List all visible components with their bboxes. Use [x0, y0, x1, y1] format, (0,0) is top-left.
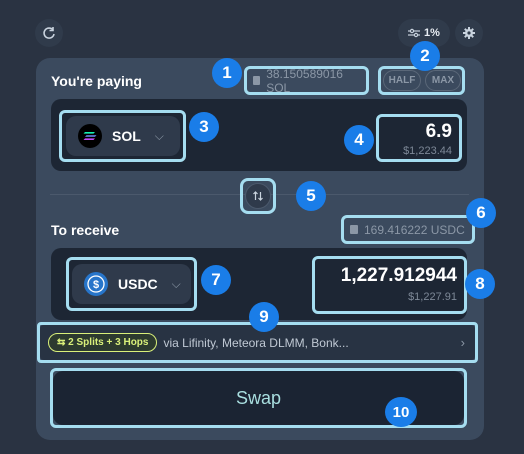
switch-tokens-button[interactable]: [245, 183, 271, 209]
receive-label: To receive: [51, 222, 120, 238]
paying-amount-input[interactable]: 6.9 $1,223.44: [376, 114, 462, 162]
paying-label: You're paying: [51, 73, 142, 89]
usdc-icon: $: [84, 272, 108, 296]
svg-text:$: $: [93, 279, 99, 291]
route-split-icon: ⇆: [57, 337, 66, 348]
slippage-value: 1%: [424, 27, 440, 39]
sliders-icon: [408, 28, 421, 38]
gear-icon: [463, 27, 475, 39]
max-button[interactable]: MAX: [425, 70, 461, 91]
refresh-icon: [43, 27, 55, 39]
receive-token-name: USDC: [118, 276, 158, 292]
chevron-right-icon: ›: [460, 335, 465, 350]
swap-arrows-icon: [253, 191, 263, 201]
marker-6: 6: [466, 198, 496, 228]
marker-4: 4: [344, 125, 374, 155]
chevron-down-icon: ⌵: [154, 128, 164, 143]
paying-amount-value: 6.9: [425, 121, 452, 142]
wallet-icon: [253, 76, 261, 85]
receive-balance-value: 169.416222 USDC: [364, 222, 465, 237]
chevron-down-icon: ⌵: [171, 276, 181, 291]
solana-icon: [78, 124, 102, 148]
paying-balance-value: 38.150589016 SOL: [266, 66, 343, 95]
paying-usd-value: $1,223.44: [403, 145, 452, 157]
marker-3: 3: [189, 112, 219, 142]
route-via-text: via Lifinity, Meteora DLMM, Bonk...: [163, 335, 349, 350]
marker-2: 2: [410, 41, 440, 71]
receive-amount-output: 1,227.912944 $1,227.91: [312, 256, 467, 314]
marker-7: 7: [201, 265, 231, 295]
paying-token-name: SOL: [112, 128, 141, 144]
settings-button[interactable]: [455, 19, 483, 47]
paying-token-selector[interactable]: SOL ⌵: [66, 116, 180, 156]
marker-5: 5: [296, 181, 326, 211]
paying-balance[interactable]: 38.150589016 SOL: [244, 66, 369, 95]
refresh-button[interactable]: [35, 19, 63, 47]
marker-10: 10: [385, 397, 417, 427]
half-button[interactable]: HALF: [383, 70, 421, 91]
marker-9: 9: [249, 302, 279, 332]
wallet-icon: [350, 225, 358, 234]
marker-8: 8: [465, 269, 495, 299]
receive-balance[interactable]: 169.416222 USDC: [341, 215, 475, 244]
route-badge-label: 2 Splits + 3 Hops: [68, 337, 149, 348]
receive-token-selector[interactable]: $ USDC ⌵: [72, 264, 191, 304]
receive-amount-value: 1,227.912944: [340, 265, 457, 286]
receive-usd-value: $1,227.91: [408, 291, 457, 303]
route-badge: ⇆ 2 Splits + 3 Hops: [48, 333, 158, 352]
marker-1: 1: [212, 58, 242, 88]
